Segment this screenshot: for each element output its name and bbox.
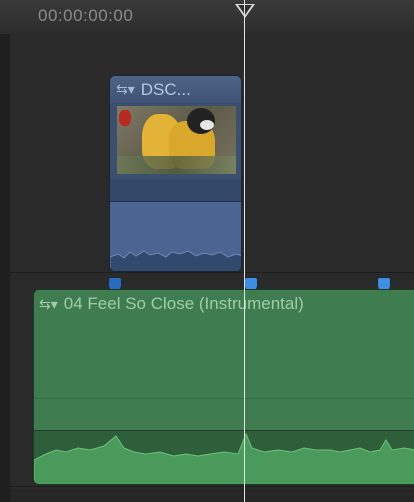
video-clip-audio[interactable] — [110, 202, 241, 271]
video-clip-waveform — [110, 250, 241, 271]
audio-clip[interactable]: ⇆▾ 04 Feel So Close (Instrumental) — [33, 289, 414, 485]
audio-clip-waveform-area — [34, 430, 414, 484]
audio-clip-guide — [34, 398, 414, 399]
audio-clip-divider — [34, 430, 414, 431]
clip-options-icon[interactable]: ⇆▾ — [39, 296, 58, 313]
playhead[interactable] — [244, 0, 245, 502]
clip-options-icon[interactable]: ⇆▾ — [116, 81, 135, 98]
video-clip-header[interactable]: ⇆▾ DSC... — [110, 76, 241, 103]
audio-waveform — [34, 432, 414, 484]
timeline-bottom-edge — [10, 489, 414, 502]
timeline-ruler[interactable]: 00:00:00:00 — [0, 0, 414, 35]
video-thumbnail — [117, 106, 236, 174]
audio-clip-title: 04 Feel So Close (Instrumental) — [63, 294, 304, 313]
video-clip[interactable]: ⇆▾ DSC... — [109, 75, 242, 272]
timeline-left-edge — [0, 34, 10, 502]
playhead-handle-icon[interactable] — [235, 4, 255, 18]
lane-divider — [10, 486, 414, 487]
audio-clip-header[interactable]: ⇆▾ 04 Feel So Close (Instrumental) — [34, 290, 414, 318]
timecode-readout: 00:00:00:00 — [38, 6, 134, 25]
video-clip-title: DSC... — [140, 79, 191, 99]
video-clip-filmstrip — [110, 179, 241, 201]
lane-divider — [10, 272, 414, 273]
